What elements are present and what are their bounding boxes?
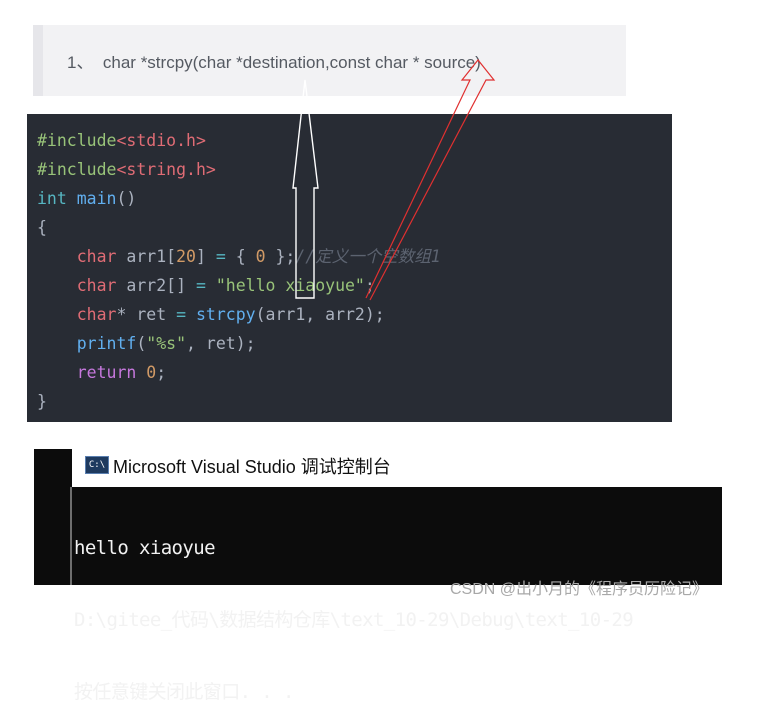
console-line: D:\gitee_代码\数据结构仓库\text_10-29\Debug\text… xyxy=(74,609,634,631)
annotation-layer xyxy=(292,59,496,301)
console-line: 按任意键关闭此窗口. . . xyxy=(74,681,294,703)
white-arrow-annotation xyxy=(292,79,319,299)
red-arrow-annotation xyxy=(365,59,496,301)
